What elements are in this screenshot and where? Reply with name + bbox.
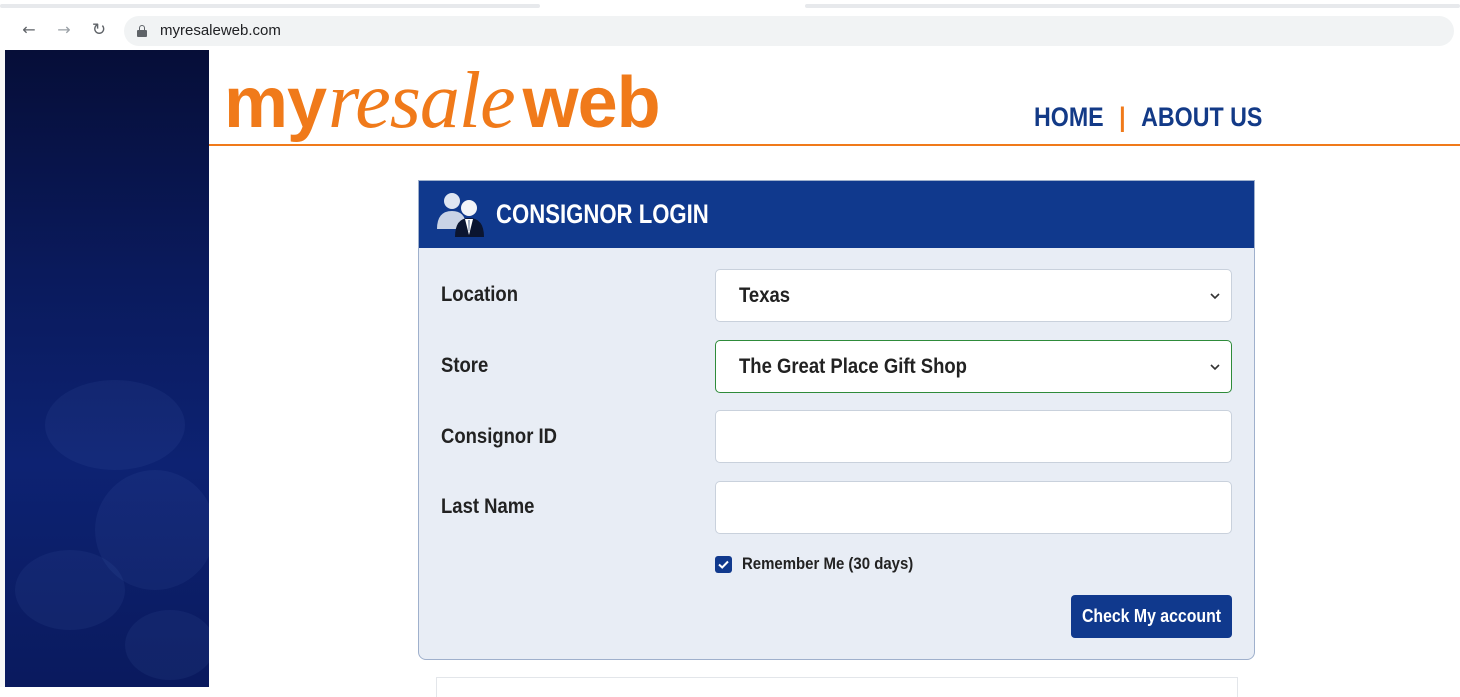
- store-selected-value: The Great Place Gift Shop: [739, 355, 967, 378]
- back-arrow-icon[interactable]: ←: [18, 19, 40, 41]
- reload-icon[interactable]: ↻: [88, 19, 110, 41]
- last-name-input[interactable]: [715, 481, 1232, 534]
- url-text[interactable]: myresaleweb.com: [160, 22, 281, 39]
- consignor-id-label: Consignor ID: [441, 425, 558, 448]
- lock-icon[interactable]: [137, 25, 147, 37]
- checkmark-icon: [718, 560, 729, 569]
- card-title: CONSIGNOR LOGIN: [496, 199, 709, 229]
- address-bar: ← → ↻ myresaleweb.com: [0, 10, 1460, 50]
- nav-about-link[interactable]: ABOUT US: [1141, 102, 1262, 132]
- tab-inactive[interactable]: [805, 4, 1460, 8]
- location-label: Location: [441, 283, 518, 306]
- forward-arrow-icon[interactable]: →: [53, 19, 75, 41]
- nav-home-link[interactable]: HOME: [1034, 102, 1104, 132]
- secondary-panel: [436, 677, 1238, 697]
- users-icon: [437, 193, 484, 237]
- last-name-label: Last Name: [441, 495, 535, 518]
- url-omnibox[interactable]: myresaleweb.com: [124, 16, 1454, 46]
- chevron-down-icon: [1210, 293, 1220, 300]
- page: myresale web HOME | ABOUT US CONSIGNOR LOGI…: [0, 50, 1460, 697]
- consignor-login-card: CONSIGNOR LOGIN Location Texas Store The…: [418, 180, 1255, 660]
- tab-inactive[interactable]: [0, 4, 540, 8]
- remember-me-checkbox[interactable]: [715, 556, 732, 573]
- location-selected-value: Texas: [739, 284, 791, 307]
- header-divider: [209, 144, 1460, 146]
- logo-part-web: web: [522, 63, 661, 143]
- tab-strip: [0, 0, 1460, 10]
- check-my-account-button[interactable]: Check My account: [1071, 595, 1232, 638]
- location-select[interactable]: Texas: [715, 269, 1232, 322]
- logo-part-my: my: [224, 63, 327, 143]
- remember-me-label[interactable]: Remember Me (30 days): [742, 554, 913, 574]
- sidebar-decoration: [5, 50, 209, 687]
- store-label: Store: [441, 354, 489, 377]
- logo-part-resale: resale: [328, 57, 516, 145]
- site-logo[interactable]: myresale web: [224, 56, 661, 156]
- top-nav: HOME | ABOUT US: [1034, 102, 1262, 138]
- chevron-down-icon: [1210, 364, 1220, 371]
- consignor-id-input[interactable]: [715, 410, 1232, 463]
- submit-button-label: Check My account: [1081, 606, 1222, 626]
- card-header: CONSIGNOR LOGIN: [419, 181, 1254, 248]
- nav-separator: |: [1119, 102, 1126, 132]
- store-select[interactable]: The Great Place Gift Shop: [715, 340, 1232, 393]
